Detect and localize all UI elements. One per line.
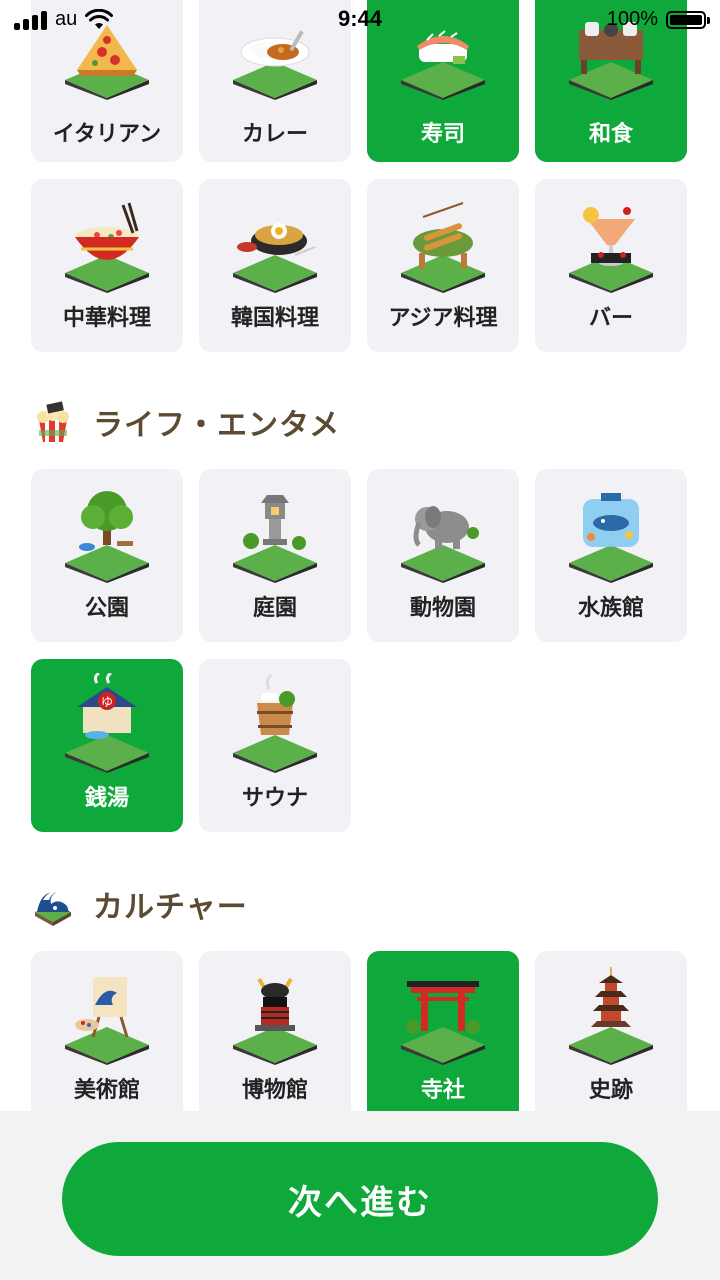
category-card-label: 水族館 [577, 596, 644, 621]
category-card-label: 庭園 [252, 596, 297, 621]
category-card[interactable]: サウナ [199, 659, 351, 832]
easel-painting-icon [65, 977, 149, 1065]
category-card[interactable]: 公園 [31, 469, 183, 642]
category-card-label: バー [588, 306, 633, 331]
category-card-label: 銭湯 [84, 786, 129, 811]
great-wave-icon [35, 891, 71, 926]
status-right: 100% [606, 8, 710, 31]
category-card[interactable]: 寺社 [367, 951, 519, 1124]
category-card[interactable]: 博物館 [199, 951, 351, 1124]
svg-text:ゆ: ゆ [101, 695, 113, 709]
battery-icon [666, 10, 710, 29]
battery-fill [670, 14, 702, 25]
status-bar: au 9:44 100% [0, 0, 720, 40]
stone-lantern-icon [233, 495, 317, 583]
category-card-label: 動物園 [409, 596, 476, 621]
category-scroll-view[interactable]: イタリアン カレー 寿司 和食 中華料理 韓国料理 アジア料理 バー ライフ・エンタメ 公園… [0, 0, 720, 1280]
samurai-armor-icon [233, 977, 317, 1065]
next-button[interactable]: 次へ進む [62, 1142, 658, 1256]
category-card[interactable]: 韓国料理 [199, 179, 351, 352]
cocktail-icon [569, 207, 653, 293]
pagoda-icon [569, 967, 653, 1065]
category-card[interactable]: 史跡 [535, 951, 687, 1124]
category-card-label: カレー [241, 122, 308, 147]
category-card-label: 公園 [84, 596, 129, 621]
park-tree-icon [65, 491, 149, 583]
sauna-bucket-icon [233, 673, 317, 773]
section-label: ライフ・エンタメ [93, 408, 341, 443]
category-card-label: 韓国料理 [230, 306, 319, 331]
category-card[interactable]: 中華料理 [31, 179, 183, 352]
category-card[interactable]: 美術館 [31, 951, 183, 1124]
category-card[interactable]: ゆ銭湯 [31, 659, 183, 832]
category-card-label: 中華料理 [62, 306, 151, 331]
chinese-food-icon [65, 202, 149, 293]
torii-gate-icon [401, 981, 485, 1065]
section-title-life: ライフ・エンタメ [31, 400, 340, 444]
category-card[interactable]: アジア料理 [367, 179, 519, 352]
food-grid-second: 中華料理 韓国料理 アジア料理 バー [31, 179, 689, 352]
category-card[interactable]: バー [535, 179, 687, 352]
category-card-label: 寺社 [420, 1078, 465, 1103]
category-card[interactable]: 水族館 [535, 469, 687, 642]
category-card-label: 和食 [588, 122, 633, 147]
section-title-culture: カルチャー [31, 882, 248, 926]
culture-grid: 美術館 博物館 寺社 史跡 [31, 951, 689, 1124]
popcorn-icon [37, 401, 69, 442]
bottom-action-bar: 次へ進む [0, 1111, 720, 1280]
bathhouse-icon: ゆ [65, 673, 149, 773]
category-card-label: アジア料理 [388, 306, 498, 331]
category-card-label: イタリアン [52, 122, 162, 147]
bibimbap-icon [233, 223, 317, 293]
category-card-label: サウナ [241, 786, 308, 811]
category-card-label: 美術館 [73, 1078, 140, 1103]
category-card-label: 寿司 [420, 122, 465, 147]
aquarium-icon [569, 493, 653, 583]
life-grid: 公園 庭園 動物園 水族館ゆ銭湯 サウナ [31, 469, 689, 832]
section-label: カルチャー [93, 890, 248, 925]
category-card-label: 博物館 [241, 1078, 308, 1103]
category-card[interactable]: 庭園 [199, 469, 351, 642]
asian-food-icon [401, 202, 485, 293]
category-card[interactable]: 動物園 [367, 469, 519, 642]
elephant-icon [401, 506, 485, 583]
battery-percentage: 100% [606, 8, 658, 30]
category-card-label: 史跡 [588, 1078, 633, 1103]
